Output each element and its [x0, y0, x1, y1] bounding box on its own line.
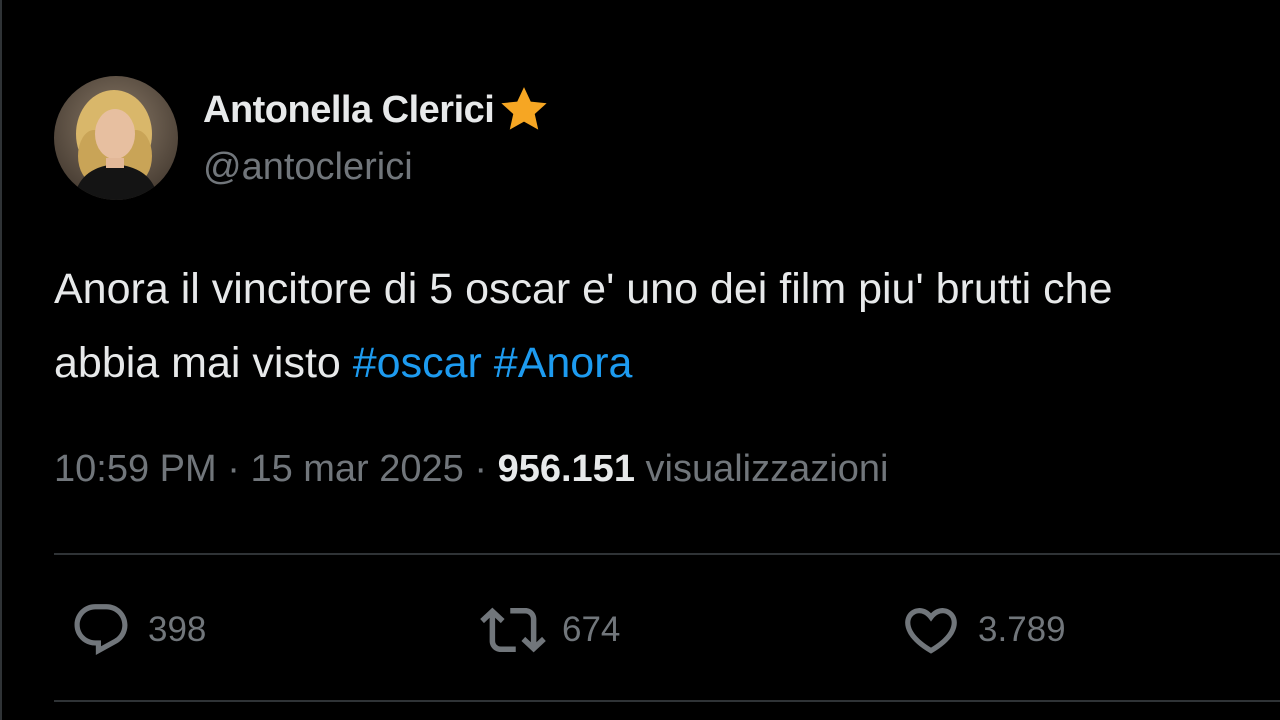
retweet-button[interactable]: 674	[480, 600, 620, 660]
avatar[interactable]	[54, 76, 178, 200]
heart-icon	[905, 608, 957, 654]
reply-button[interactable]: 398	[70, 600, 206, 660]
tweet-text-line-1: Anora il vincitore di 5 oscar e' uno dei…	[54, 265, 1113, 313]
views-label: visualizzazioni	[645, 448, 889, 490]
views-count: 956.151	[497, 448, 635, 490]
retweet-count: 674	[562, 610, 621, 649]
avatar-image	[54, 76, 178, 200]
author-handle[interactable]: @antoclerici	[203, 146, 413, 189]
like-button[interactable]: 3.789	[900, 600, 1066, 660]
author-display-name[interactable]: Antonella Clerici	[203, 89, 495, 132]
divider	[54, 700, 1280, 702]
tweet-text: Anora il vincitore di 5 oscar e' uno dei…	[54, 252, 1280, 400]
retweet-icon	[480, 607, 546, 653]
star-icon	[496, 82, 552, 138]
author-name-row: Antonella Clerici	[203, 86, 552, 134]
reply-bubble-icon	[74, 604, 128, 656]
tweet-time[interactable]: 10:59 PM	[54, 448, 217, 490]
hashtag-link[interactable]: #oscar	[353, 339, 482, 387]
meta-separator: ·	[474, 448, 488, 490]
tweet-meta: 10:59 PM · 15 mar 2025 · 956.151 visuali…	[54, 448, 888, 491]
tweet-text-line-2: abbia mai visto #oscar #Anora	[54, 326, 1280, 400]
reply-count: 398	[148, 610, 207, 649]
divider	[54, 553, 1280, 555]
column-border	[0, 0, 2, 720]
tweet-text-plain: abbia mai visto	[54, 339, 353, 387]
meta-separator: ·	[227, 448, 240, 490]
tweet-detail: Antonella Clerici @antoclerici Anora il …	[0, 0, 1280, 720]
hashtag-link[interactable]: #Anora	[494, 339, 633, 387]
tweet-date[interactable]: 15 mar 2025	[250, 448, 463, 490]
like-count: 3.789	[978, 610, 1066, 649]
